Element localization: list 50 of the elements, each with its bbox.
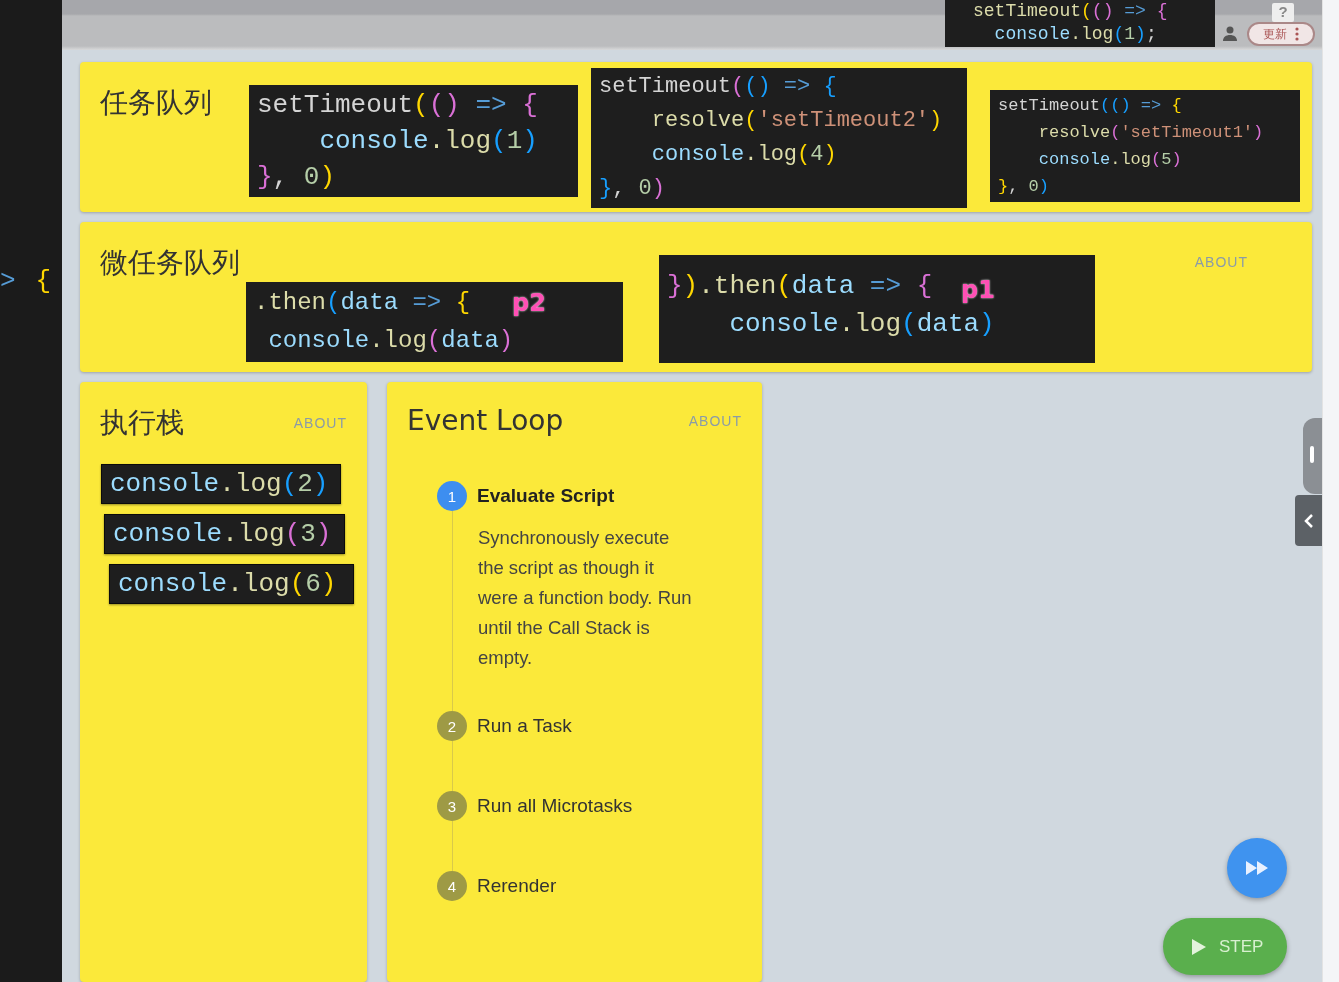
about-link[interactable]: ABOUT bbox=[688, 412, 742, 429]
fast-forward-button[interactable] bbox=[1227, 838, 1287, 898]
card-title: Event Loop bbox=[407, 404, 564, 437]
about-link[interactable]: ABOUT bbox=[293, 415, 347, 431]
card-title: 执行栈 bbox=[100, 405, 184, 441]
stack-frame: console.log(2) bbox=[101, 464, 341, 504]
code-line: console.log(5) bbox=[1037, 149, 1182, 171]
step-number: 4 bbox=[437, 871, 467, 901]
card-title: 任务队列 bbox=[100, 85, 213, 121]
code-line: setTimeout(() => { bbox=[257, 89, 538, 122]
code-line: }).then(data => { bbox=[667, 270, 933, 303]
panel-handle[interactable] bbox=[1303, 418, 1322, 494]
code-line: console.log(data) bbox=[267, 326, 514, 356]
step-number: 3 bbox=[437, 791, 467, 821]
step-button[interactable]: STEP bbox=[1163, 918, 1287, 975]
code-line: setTimeout(() => { bbox=[973, 0, 1169, 23]
code-line: resolve('setTimeout2') bbox=[650, 107, 943, 135]
step-label: Run a Task bbox=[477, 715, 572, 737]
code-line: console.log(1); bbox=[993, 23, 1158, 46]
stack-frame: console.log(3) bbox=[104, 514, 345, 554]
code-line: }, 0) bbox=[257, 161, 336, 194]
collapse-button[interactable] bbox=[1295, 495, 1322, 546]
user-icon[interactable] bbox=[1222, 25, 1238, 41]
fast-forward-icon bbox=[1245, 860, 1269, 876]
code-line: resolve('setTimeout1') bbox=[1037, 122, 1264, 144]
step-label: Rerender bbox=[477, 875, 557, 897]
step-label: Run all Microtasks bbox=[477, 795, 633, 817]
step-number: 2 bbox=[437, 711, 467, 741]
more-icon[interactable] bbox=[1295, 27, 1299, 41]
play-icon bbox=[1191, 937, 1207, 956]
code-line: }, 0) bbox=[998, 176, 1049, 198]
code-line: console.log(data) bbox=[728, 308, 995, 341]
card-title: 微任务队列 bbox=[100, 245, 241, 281]
update-button[interactable]: 更新 bbox=[1247, 22, 1315, 46]
about-link[interactable]: ABOUT bbox=[1194, 254, 1248, 270]
code-line: console.log(1) bbox=[318, 125, 538, 158]
annotation-label: p1 bbox=[961, 275, 995, 306]
step-number: 1 bbox=[437, 481, 467, 511]
annotation-label: p2 bbox=[512, 288, 546, 319]
step-label: Evaluate Script bbox=[477, 485, 615, 507]
stack-frame: console.log(6) bbox=[109, 564, 354, 604]
step-description: Synchronously execute the script as though it were a function body. Run until the Call Stack is empty. bbox=[478, 526, 692, 670]
code-line: }, 0) bbox=[599, 175, 665, 203]
code-line: setTimeout(() => { bbox=[998, 95, 1182, 117]
code-line: > { bbox=[0, 266, 52, 296]
code-line: .then(data => { bbox=[254, 288, 471, 318]
code-line: console.log(4) bbox=[650, 141, 837, 169]
chevron-left-icon bbox=[1303, 513, 1314, 528]
code-line: setTimeout(() => { bbox=[599, 73, 837, 101]
help-badge[interactable]: ? bbox=[1272, 3, 1294, 22]
